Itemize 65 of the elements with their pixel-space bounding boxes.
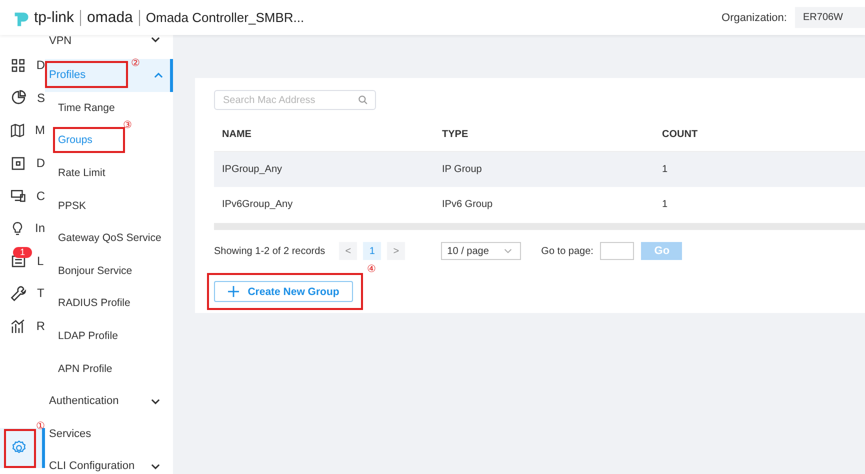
nav-icon — [10, 284, 27, 302]
table-cell-text: IP Group — [441, 164, 483, 175]
page-number-field[interactable] — [600, 242, 634, 260]
submenu-item[interactable]: Bonjour Service — [58, 254, 132, 288]
nav-item[interactable]: T — [0, 277, 45, 310]
annotation-number: ③ — [123, 121, 132, 132]
menu-item[interactable]: Authentication — [45, 384, 170, 418]
nav-icon — [10, 187, 26, 204]
chevron-icon — [151, 396, 160, 406]
table-cell-text: 1 — [661, 199, 669, 210]
plus-icon — [228, 286, 239, 297]
chevron-icon — [504, 247, 512, 255]
nav-item[interactable]: C — [0, 179, 45, 212]
nav-icon — [10, 318, 26, 335]
annotation-box — [4, 429, 36, 468]
nav-item[interactable]: In — [0, 212, 45, 245]
nav-icon — [10, 220, 25, 237]
table-cell-text: 1 — [661, 164, 669, 175]
nav-icon — [10, 154, 26, 172]
brand-name: tp-link — [34, 9, 74, 26]
column-header: NAME — [221, 129, 252, 140]
table-cell-text: IPGroup_Any — [221, 164, 284, 175]
table-cell-text: IPv6Group_Any — [221, 199, 294, 210]
organization-select[interactable]: ER706W — [794, 7, 865, 28]
product-name: omada — [87, 9, 133, 26]
nav-icon — [10, 56, 26, 74]
menu-item[interactable]: CLI Configuration — [45, 450, 170, 474]
submenu-item[interactable]: RADIUS Profile — [58, 287, 130, 320]
nav-icon — [10, 89, 27, 106]
notification-badge: 1 — [13, 246, 32, 258]
submenu-item[interactable]: Rate Limit — [58, 156, 106, 190]
table-cell-text: IPv6 Group — [441, 199, 494, 210]
chevron-icon — [151, 462, 160, 471]
annotation-number: ② — [131, 59, 140, 69]
column-header: TYPE — [441, 129, 470, 140]
nav-item[interactable]: M — [0, 114, 45, 147]
search-field[interactable]: Search Mac Address — [214, 90, 376, 110]
annotation-box — [53, 127, 125, 154]
menu-item[interactable]: Services — [45, 418, 170, 450]
chevron-icon — [154, 70, 163, 80]
menu-item[interactable]: VPN — [45, 35, 170, 59]
annotation-number: ④ — [367, 265, 376, 275]
settings-icon — [11, 440, 27, 456]
records-summary: Showing 1-2 of 2 records — [214, 246, 326, 256]
chevron-icon — [151, 35, 160, 44]
go-to-page-label: Go to page: — [541, 246, 594, 256]
submenu-item[interactable]: APN Profile — [58, 352, 112, 385]
controller-title: Omada Controller_SMBR... — [146, 10, 304, 25]
column-header: COUNT — [661, 129, 699, 140]
nav-item[interactable]: L 1 — [0, 244, 45, 278]
submenu-item[interactable]: Gateway QoS Service — [58, 222, 162, 255]
organization-label: Organization: — [722, 12, 787, 24]
nav-item[interactable]: R — [0, 310, 45, 342]
search-icon — [358, 95, 368, 105]
nav-item[interactable]: D — [0, 146, 45, 180]
annotation-number: ① — [36, 422, 45, 432]
submenu-item[interactable]: PPSK — [58, 189, 86, 222]
submenu-item[interactable]: LDAP Profile — [58, 320, 118, 352]
nav-icon — [10, 122, 25, 139]
table-row[interactable]: IPv6Group_Any IPv6 Group 1 — [214, 187, 865, 222]
table-row[interactable]: IPGroup_Any IP Group 1 — [214, 152, 865, 187]
nav-item[interactable]: D — [0, 49, 45, 82]
nav-item[interactable]: S — [0, 82, 45, 114]
submenu-item[interactable]: Time Range — [58, 92, 115, 124]
page-size-select[interactable]: 10 / page — [441, 242, 522, 260]
